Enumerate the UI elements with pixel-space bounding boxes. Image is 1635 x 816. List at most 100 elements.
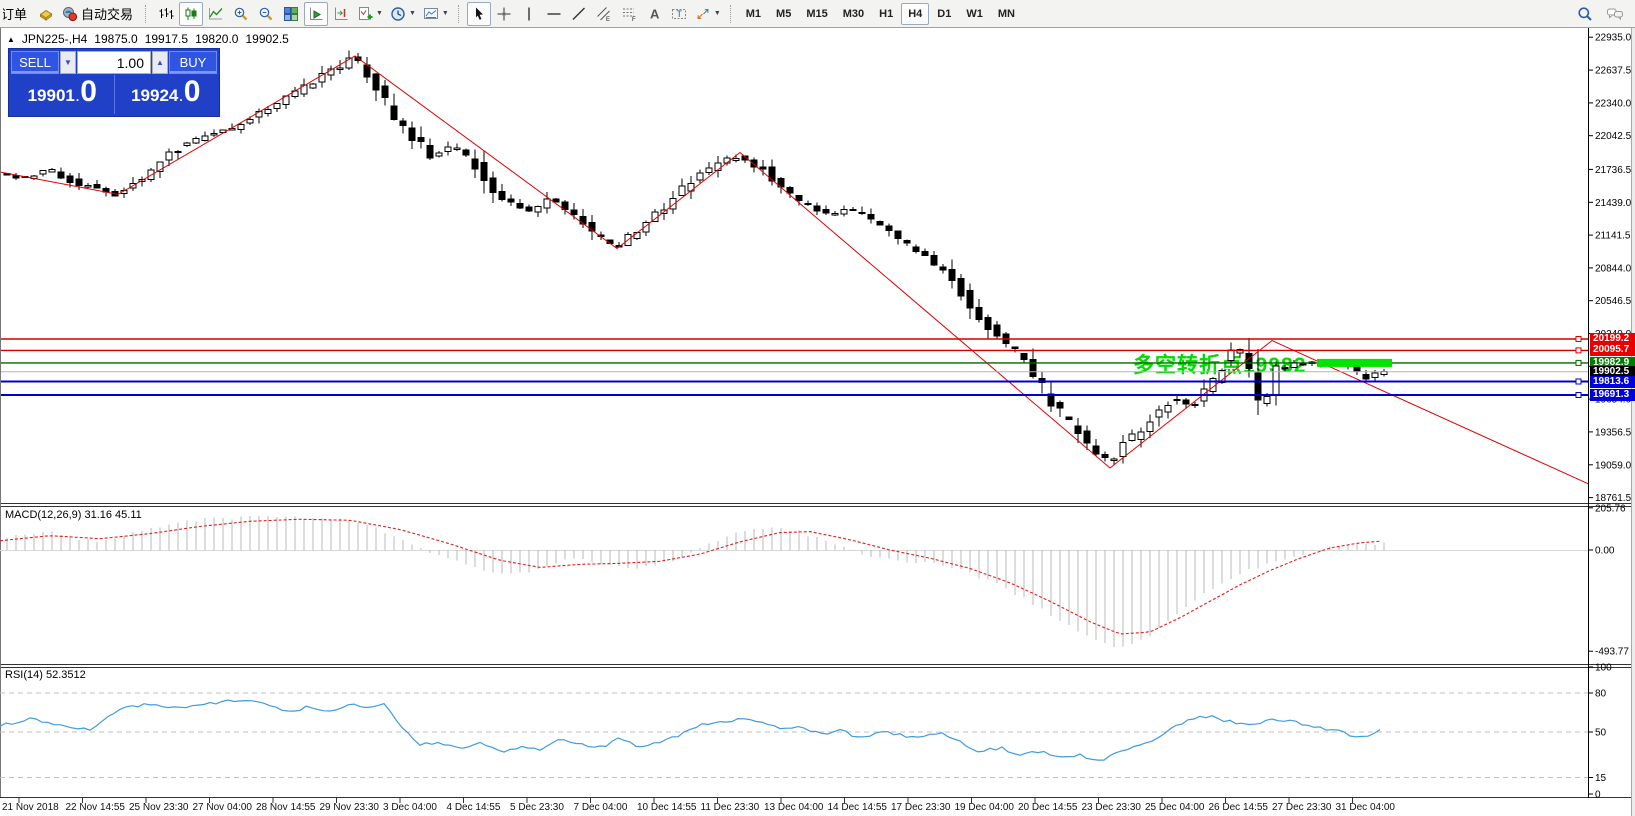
periods-button[interactable]: ▼ <box>387 2 419 26</box>
channel-button[interactable]: E <box>592 2 616 26</box>
ohlc-high: 19917.5 <box>145 32 188 46</box>
zoom-out-button[interactable] <box>254 2 278 26</box>
crosshair-button[interactable] <box>492 2 516 26</box>
orders-button[interactable]: 订单 <box>0 2 33 26</box>
svg-text:29 Nov 23:30: 29 Nov 23:30 <box>320 802 380 813</box>
autotrade-toggle[interactable]: 自动交易 <box>59 2 139 26</box>
zoom-in-icon <box>233 6 249 22</box>
candlestick-icon <box>183 6 199 22</box>
svg-text:19356.5: 19356.5 <box>1595 427 1632 438</box>
caret-down-icon: ▼ <box>64 58 72 67</box>
caret-up-icon: ▲ <box>156 58 164 67</box>
vertical-line-icon <box>521 6 537 22</box>
cursor-button[interactable] <box>467 2 491 26</box>
line-handle[interactable] <box>1576 348 1581 353</box>
chart-shift-icon <box>333 6 349 22</box>
text-button[interactable]: A <box>642 2 666 26</box>
timeframe-h4-button[interactable]: H4 <box>901 3 929 25</box>
horizontal-line-icon <box>546 6 562 22</box>
one-click-price-row: 19901 . 0 19924 . 0 <box>11 75 217 114</box>
svg-text:18761.5: 18761.5 <box>1595 493 1632 504</box>
svg-text:28 Nov 14:55: 28 Nov 14:55 <box>256 802 316 813</box>
buy-price-main: 19924 <box>131 86 178 106</box>
svg-text:E: E <box>606 17 610 22</box>
svg-text:17 Dec 23:30: 17 Dec 23:30 <box>891 802 951 813</box>
new-order-button[interactable] <box>34 2 58 26</box>
svg-text:10 Dec 14:55: 10 Dec 14:55 <box>637 802 697 813</box>
svg-text:21736.5: 21736.5 <box>1595 165 1632 176</box>
svg-text:5 Dec 23:30: 5 Dec 23:30 <box>510 802 564 813</box>
bar-chart-button[interactable] <box>154 2 178 26</box>
svg-text:20844.0: 20844.0 <box>1595 263 1632 274</box>
svg-text:25 Nov 23:30: 25 Nov 23:30 <box>129 802 189 813</box>
toolbar-grip <box>730 5 734 23</box>
price-label-19813.6: 19813.6 <box>1590 376 1635 388</box>
zoom-in-button[interactable] <box>229 2 253 26</box>
tile-windows-button[interactable] <box>279 2 303 26</box>
svg-text:20546.5: 20546.5 <box>1595 296 1632 307</box>
line-chart-button[interactable] <box>204 2 228 26</box>
chart-shift-button[interactable] <box>329 2 353 26</box>
highlight-bar[interactable] <box>1317 359 1392 367</box>
svg-text:13 Dec 04:00: 13 Dec 04:00 <box>764 802 824 813</box>
volume-increase-button[interactable]: ▲ <box>152 51 168 74</box>
line-handle[interactable] <box>1576 393 1581 398</box>
line-handle[interactable] <box>1576 337 1581 342</box>
timeframe-d1-button[interactable]: D1 <box>930 3 958 25</box>
templates-button[interactable]: ▼ <box>420 2 452 26</box>
svg-text:21439.0: 21439.0 <box>1595 198 1632 209</box>
volume-decrease-button[interactable]: ▼ <box>60 51 76 74</box>
ohlc-low: 19820.0 <box>195 32 238 46</box>
fibonacci-button[interactable]: F <box>617 2 641 26</box>
timeframe-w1-button[interactable]: W1 <box>959 3 990 25</box>
auto-scroll-button[interactable] <box>304 2 328 26</box>
timeframe-mn-button[interactable]: MN <box>991 3 1022 25</box>
search-button[interactable] <box>1573 2 1597 26</box>
svg-text:21141.5: 21141.5 <box>1595 231 1631 242</box>
price-axis-ticks: 22935.022637.522340.022042.521736.521439… <box>1588 33 1632 504</box>
svg-text:A: A <box>650 6 660 21</box>
sell-button[interactable]: SELL <box>11 51 59 74</box>
svg-text:7 Dec 04:00: 7 Dec 04:00 <box>574 802 628 813</box>
svg-text:4 Dec 14:55: 4 Dec 14:55 <box>447 802 501 813</box>
line-handle[interactable] <box>1576 360 1581 365</box>
timeframe-m30-button[interactable]: M30 <box>836 3 871 25</box>
collapse-triangle-icon[interactable]: ▲ <box>7 35 15 44</box>
buy-button[interactable]: BUY <box>169 51 217 74</box>
arrows-button[interactable]: ▼ <box>692 2 724 26</box>
vertical-line-button[interactable] <box>517 2 541 26</box>
timeframe-m5-button[interactable]: M5 <box>769 3 798 25</box>
rsi-line <box>0 700 1380 760</box>
chat-icon <box>1606 6 1624 22</box>
add-indicator-icon <box>357 6 373 22</box>
caret-down-icon: ▼ <box>442 10 449 17</box>
timeframe-m15-button[interactable]: M15 <box>799 3 834 25</box>
sell-price[interactable]: 19901 . 0 <box>11 75 115 114</box>
svg-text:50: 50 <box>1595 728 1607 739</box>
indicators-button[interactable]: ▼ <box>354 2 386 26</box>
trendline-button[interactable] <box>567 2 591 26</box>
timeframe-h1-button[interactable]: H1 <box>872 3 900 25</box>
candlestick-chart-button[interactable] <box>179 2 203 26</box>
bar-chart-icon <box>158 6 174 22</box>
chart-annotation-text: 多空转折点19982 <box>1133 349 1306 379</box>
template-icon <box>423 6 439 22</box>
volume-input[interactable]: 1.00 <box>77 51 151 74</box>
text-icon: A <box>646 6 662 22</box>
svg-text:22 Nov 14:55: 22 Nov 14:55 <box>66 802 126 813</box>
chat-button[interactable] <box>1603 2 1627 26</box>
svg-text:26 Dec 14:55: 26 Dec 14:55 <box>1209 802 1269 813</box>
horizontal-line-button[interactable] <box>542 2 566 26</box>
zigzag-trendline[interactable] <box>0 56 1588 484</box>
rsi-axis-labels: 1008050150 <box>1588 663 1612 801</box>
buy-price[interactable]: 19924 . 0 <box>115 75 218 114</box>
line-handle[interactable] <box>1576 379 1581 384</box>
label-button[interactable]: T <box>667 2 691 26</box>
timeframe-m1-button[interactable]: M1 <box>739 3 768 25</box>
price-label-20095.7: 20095.7 <box>1590 344 1635 356</box>
toolbar-right <box>1573 0 1627 28</box>
time-axis: 21 Nov 201822 Nov 14:5525 Nov 23:3027 No… <box>2 798 1395 813</box>
macd-signal-line <box>0 519 1380 634</box>
text-label-icon: T <box>671 6 687 22</box>
auto-scroll-icon <box>308 6 324 22</box>
